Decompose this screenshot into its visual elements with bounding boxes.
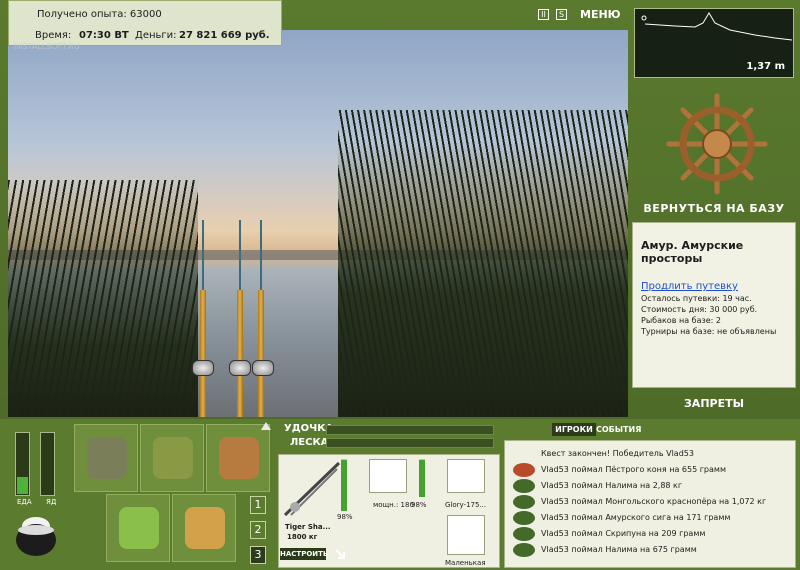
day-cost: Стоимость дня: 30 000 руб. <box>641 305 758 314</box>
expand-arrow-icon[interactable] <box>334 548 346 560</box>
net-slot[interactable] <box>140 424 204 492</box>
slot-page-3[interactable]: 3 <box>250 546 266 564</box>
reel-power: мощн.: 180 <box>373 501 414 509</box>
line-tension-bar <box>326 438 494 448</box>
setup-button[interactable]: НАСТРОИТЬ <box>280 548 328 560</box>
fish-icon <box>513 527 535 541</box>
reel-condition-bar <box>419 459 425 497</box>
line-tension-label: ЛЕСКА <box>290 437 329 448</box>
reel-slot[interactable] <box>369 459 407 493</box>
bait-slot[interactable] <box>447 515 485 555</box>
player-info-panel: Получено опыта: 63000 Время: 07:30 ВТ Де… <box>8 0 282 46</box>
location-panel: Амур. Амурские просторы Продлить путевку… <box>632 222 796 388</box>
rod-name: Tiger Sha... <box>285 523 331 531</box>
log-tabs: ИГРОКИ СОБЫТИЯ <box>504 423 796 437</box>
fishing-rod-2[interactable] <box>237 290 243 417</box>
event-log: Квест закончен! Победитель Vlad53 Vlad53… <box>504 440 796 568</box>
reeds-left <box>8 180 198 417</box>
reeds-right <box>338 110 628 417</box>
money-label: Деньги: <box>135 30 177 41</box>
fish-icon <box>513 511 535 525</box>
bucket-icon <box>185 507 225 549</box>
rod-condition-bar <box>341 459 347 511</box>
pot-icon[interactable] <box>14 512 58 558</box>
time-value: 07:30 ВТ <box>79 30 129 41</box>
extend-ticket-link[interactable]: Продлить путевку <box>641 281 738 292</box>
poison-gauge <box>40 432 55 496</box>
food-fill <box>17 476 28 494</box>
basket-slot[interactable] <box>106 494 170 562</box>
rod-percent: 98% <box>337 513 353 521</box>
fishing-rod-1[interactable] <box>200 290 206 417</box>
bag-icon <box>87 437 127 479</box>
fish-icon <box>513 479 535 493</box>
event-line: Квест закончен! Победитель Vlad53 <box>541 449 694 458</box>
event-line: Vlad53 поймал Амурского сига на 171 грам… <box>541 513 731 522</box>
food-gauge <box>15 432 30 496</box>
ticket-remaining: Осталось путевки: 19 час. <box>641 294 752 303</box>
money-value: 27 821 669 руб. <box>179 30 270 41</box>
scroll-up-icon[interactable] <box>261 422 271 430</box>
slot-page-2[interactable]: 2 <box>250 521 266 539</box>
event-line: Vlad53 поймал Налима на 2,88 кг <box>541 481 683 490</box>
menu-button[interactable]: МЕНЮ <box>580 8 621 21</box>
watermark: INSTALLSOFT.RU <box>14 42 80 51</box>
rod-tension-bar <box>326 425 494 435</box>
reel-3[interactable] <box>252 360 274 376</box>
time-label: Время: <box>35 30 72 41</box>
tournaments-info: Турниры на базе: не объявлены <box>641 327 777 336</box>
pause-button[interactable]: II <box>538 9 549 20</box>
slot-page-1[interactable]: 1 <box>250 496 266 514</box>
rod-weight: 1800 кг <box>287 533 318 541</box>
bucket-slot[interactable] <box>172 494 236 562</box>
bait-name: Маленькая <box>445 559 486 567</box>
fishing-rod-3[interactable] <box>258 290 264 417</box>
rod-icon[interactable] <box>283 459 341 519</box>
paddle-icon <box>219 437 259 479</box>
location-title: Амур. Амурские просторы <box>641 239 744 265</box>
fishers-count: Рыбаков на базе: 2 <box>641 316 721 325</box>
poison-label: ЯД <box>46 498 57 506</box>
tab-players[interactable]: ИГРОКИ <box>552 423 596 436</box>
experience-text: Получено опыта: 63000 <box>37 9 162 20</box>
bag-slot[interactable] <box>74 424 138 492</box>
rod-tip-2 <box>239 220 241 290</box>
reel-percent: 98% <box>411 501 427 509</box>
ship-wheel-icon[interactable] <box>665 92 769 196</box>
fish-icon <box>513 495 535 509</box>
depth-value: 1,37 m <box>746 61 785 72</box>
bans-button[interactable]: ЗАПРЕТЫ <box>634 397 794 410</box>
depth-graph: 1,37 m <box>634 8 794 78</box>
fish-icon <box>513 543 535 557</box>
event-line: Vlad53 поймал Скрипуна на 209 грамм <box>541 529 706 538</box>
tool-slot[interactable] <box>206 424 270 492</box>
event-line: Vlad53 поймал Налима на 675 грамм <box>541 545 697 554</box>
event-line: Vlad53 поймал Монгольского краснопёра на… <box>541 497 767 506</box>
return-to-base-button[interactable]: ВЕРНУТЬСЯ НА БАЗУ <box>634 202 794 215</box>
event-line: Vlad53 поймал Пёстрого коня на 655 грамм <box>541 465 726 474</box>
rod-tip-3 <box>260 220 262 290</box>
fish-icon <box>513 463 535 477</box>
food-label: ЕДА <box>17 498 32 506</box>
sack-icon <box>153 437 193 479</box>
basket-icon <box>119 507 159 549</box>
reel-1[interactable] <box>192 360 214 376</box>
line-slot[interactable] <box>447 459 485 493</box>
line-name: Glory-175... <box>445 501 487 509</box>
rod-tip-1 <box>202 220 204 290</box>
sound-button[interactable]: S <box>556 9 567 20</box>
tab-events[interactable]: СОБЫТИЯ <box>596 423 641 436</box>
reel-2[interactable] <box>229 360 251 376</box>
fishing-scene[interactable] <box>8 30 628 417</box>
